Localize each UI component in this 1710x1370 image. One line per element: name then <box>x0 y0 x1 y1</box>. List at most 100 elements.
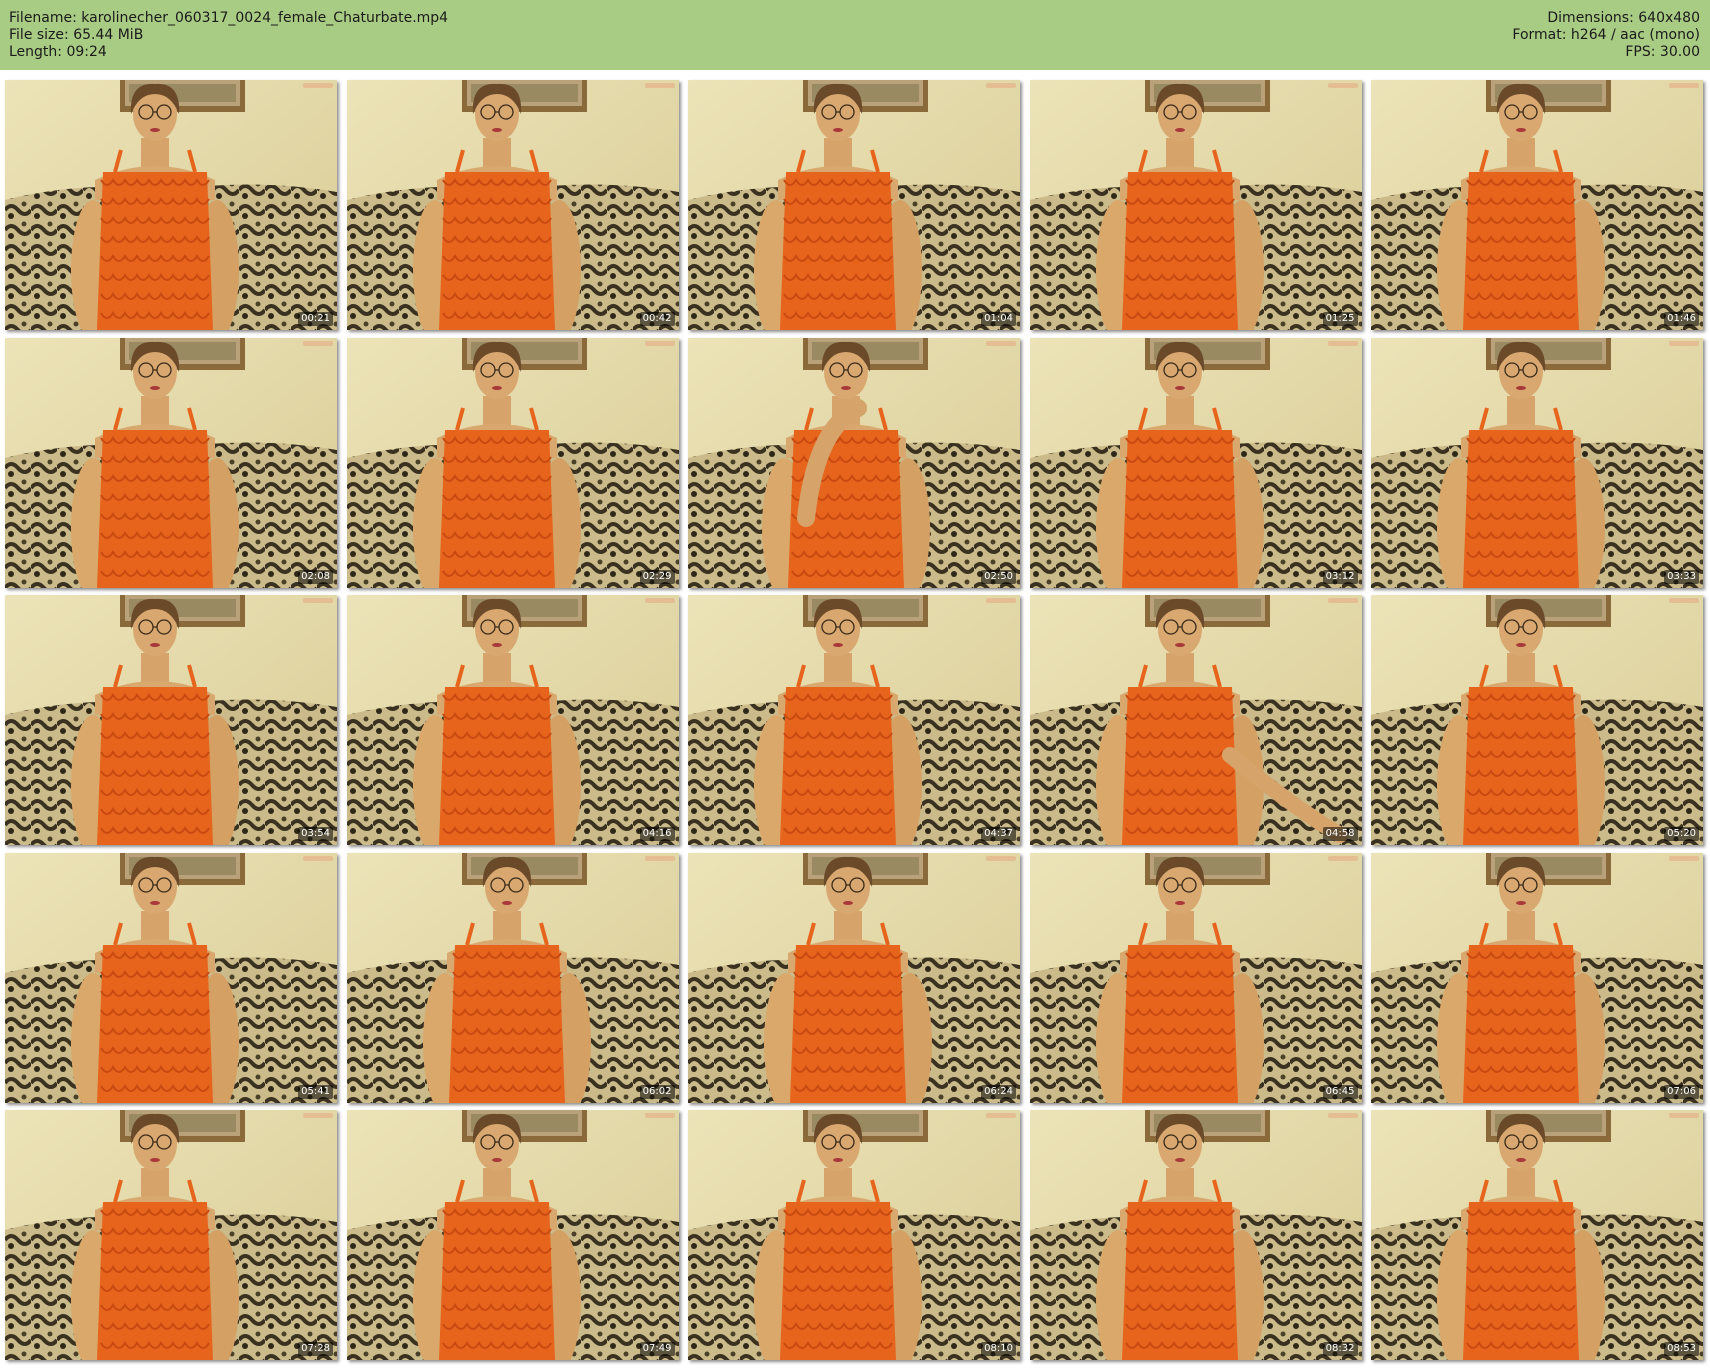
video-frame-image <box>5 852 337 1103</box>
watermark-logo <box>644 340 675 346</box>
watermark-logo <box>1327 598 1358 603</box>
video-frame-image <box>688 852 1020 1103</box>
thumbnail-frame: 06:24 <box>688 852 1020 1103</box>
watermark-logo <box>1669 340 1699 346</box>
timestamp-label: 05:20 <box>1664 827 1699 841</box>
thumbnail-frame: 05:41 <box>5 852 337 1103</box>
watermark-logo <box>1327 1113 1358 1118</box>
filesize-text: File size: 65.44 MiB <box>9 27 144 43</box>
info-header: Filename: karolinecher_060317_0024_femal… <box>0 0 1710 70</box>
video-frame-image <box>1029 80 1362 330</box>
thumbnail-frame: 04:37 <box>688 595 1020 845</box>
watermark-logo <box>303 1113 333 1118</box>
thumbnail-frame: 07:28 <box>5 1110 337 1360</box>
watermark-logo <box>986 855 1016 861</box>
video-frame-image <box>5 1110 337 1360</box>
watermark-logo <box>303 855 333 861</box>
watermark-logo <box>986 83 1016 88</box>
thumbnail-frame: 02:08 <box>5 337 337 588</box>
video-frame-image <box>1371 337 1703 588</box>
video-frame-image <box>5 337 337 588</box>
timestamp-label: 02:08 <box>298 569 333 584</box>
timestamp-label: 07:06 <box>1664 1084 1699 1099</box>
watermark-logo <box>644 855 675 861</box>
thumbnail-frame: 08:10 <box>688 1110 1020 1360</box>
video-frame-image <box>346 337 679 588</box>
video-frame-image <box>5 80 337 330</box>
thumbnail-frame: 07:49 <box>346 1110 679 1360</box>
timestamp-label: 05:41 <box>298 1084 333 1099</box>
thumbnail-frame: 06:02 <box>346 852 679 1103</box>
dimensions-text: Dimensions: 640x480 <box>1547 10 1700 26</box>
watermark-logo <box>986 340 1016 346</box>
timestamp-label: 01:04 <box>981 312 1016 326</box>
watermark-logo <box>986 598 1016 603</box>
thumbnail-frame: 03:12 <box>1029 337 1362 588</box>
thumbnail-frame: 00:21 <box>5 80 337 330</box>
thumbnail-frame: 01:46 <box>1371 80 1703 330</box>
timestamp-label: 02:29 <box>639 569 675 584</box>
video-frame-image <box>688 80 1020 330</box>
thumbnail-grid: 00:21 00:42 01:04 01:25 01:46 02:08 02:29 02:50… <box>5 80 1705 1365</box>
watermark-logo <box>644 1113 675 1118</box>
video-frame-image <box>346 1110 679 1360</box>
watermark-logo <box>986 1113 1016 1118</box>
timestamp-label: 06:24 <box>981 1084 1016 1099</box>
watermark-logo <box>303 83 333 88</box>
video-frame-image <box>1371 80 1703 330</box>
timestamp-label: 04:16 <box>639 827 675 841</box>
thumbnail-frame: 01:04 <box>688 80 1020 330</box>
video-frame-image <box>688 595 1020 845</box>
video-frame-image <box>688 1110 1020 1360</box>
thumbnail-frame: 03:33 <box>1371 337 1703 588</box>
length-text: Length: 09:24 <box>9 44 107 60</box>
thumbnail-frame: 08:53 <box>1371 1110 1703 1360</box>
timestamp-label: 00:42 <box>639 312 675 326</box>
watermark-logo <box>644 83 675 88</box>
watermark-logo <box>1669 1113 1699 1118</box>
video-frame-image <box>346 80 679 330</box>
timestamp-label: 08:53 <box>1664 1342 1699 1356</box>
timestamp-label: 08:32 <box>1322 1342 1358 1356</box>
thumbnail-frame: 05:20 <box>1371 595 1703 845</box>
timestamp-label: 06:02 <box>639 1084 675 1099</box>
timestamp-label: 03:33 <box>1664 569 1699 584</box>
timestamp-label: 01:46 <box>1664 312 1699 326</box>
watermark-logo <box>644 598 675 603</box>
timestamp-label: 02:50 <box>981 569 1016 584</box>
timestamp-label: 07:28 <box>298 1342 333 1356</box>
watermark-logo <box>1669 598 1699 603</box>
watermark-logo <box>1669 855 1699 861</box>
video-frame-image <box>1029 337 1362 588</box>
video-frame-image <box>1029 1110 1362 1360</box>
timestamp-label: 03:12 <box>1322 569 1358 584</box>
media-info: Dimensions: 640x480 Format: h264 / aac (… <box>1512 10 1700 61</box>
timestamp-label: 08:10 <box>981 1342 1016 1356</box>
thumbnail-frame: 03:54 <box>5 595 337 845</box>
video-frame-image <box>1371 852 1703 1103</box>
timestamp-label: 06:45 <box>1322 1084 1358 1099</box>
thumbnail-frame: 06:45 <box>1029 852 1362 1103</box>
timestamp-label: 03:54 <box>298 827 333 841</box>
video-frame-image <box>1371 595 1703 845</box>
file-info: Filename: karolinecher_060317_0024_femal… <box>9 10 448 61</box>
thumbnail-frame: 02:50 <box>688 337 1020 588</box>
video-frame-image <box>1371 1110 1703 1360</box>
thumbnail-frame: 08:32 <box>1029 1110 1362 1360</box>
timestamp-label: 07:49 <box>639 1342 675 1356</box>
timestamp-label: 04:58 <box>1322 827 1358 841</box>
thumbnail-frame: 04:16 <box>346 595 679 845</box>
watermark-logo <box>1327 83 1358 88</box>
video-frame-image <box>688 337 1020 588</box>
video-frame-image <box>346 595 679 845</box>
timestamp-label: 04:37 <box>981 827 1016 841</box>
watermark-logo <box>303 340 333 346</box>
format-text: Format: h264 / aac (mono) <box>1512 27 1700 43</box>
thumbnail-frame: 07:06 <box>1371 852 1703 1103</box>
thumbnail-frame: 00:42 <box>346 80 679 330</box>
timestamp-label: 01:25 <box>1322 312 1358 326</box>
video-frame-image <box>1029 852 1362 1103</box>
thumbnail-frame: 02:29 <box>346 337 679 588</box>
filename-text: Filename: karolinecher_060317_0024_femal… <box>9 10 449 26</box>
video-frame-image <box>346 852 679 1103</box>
